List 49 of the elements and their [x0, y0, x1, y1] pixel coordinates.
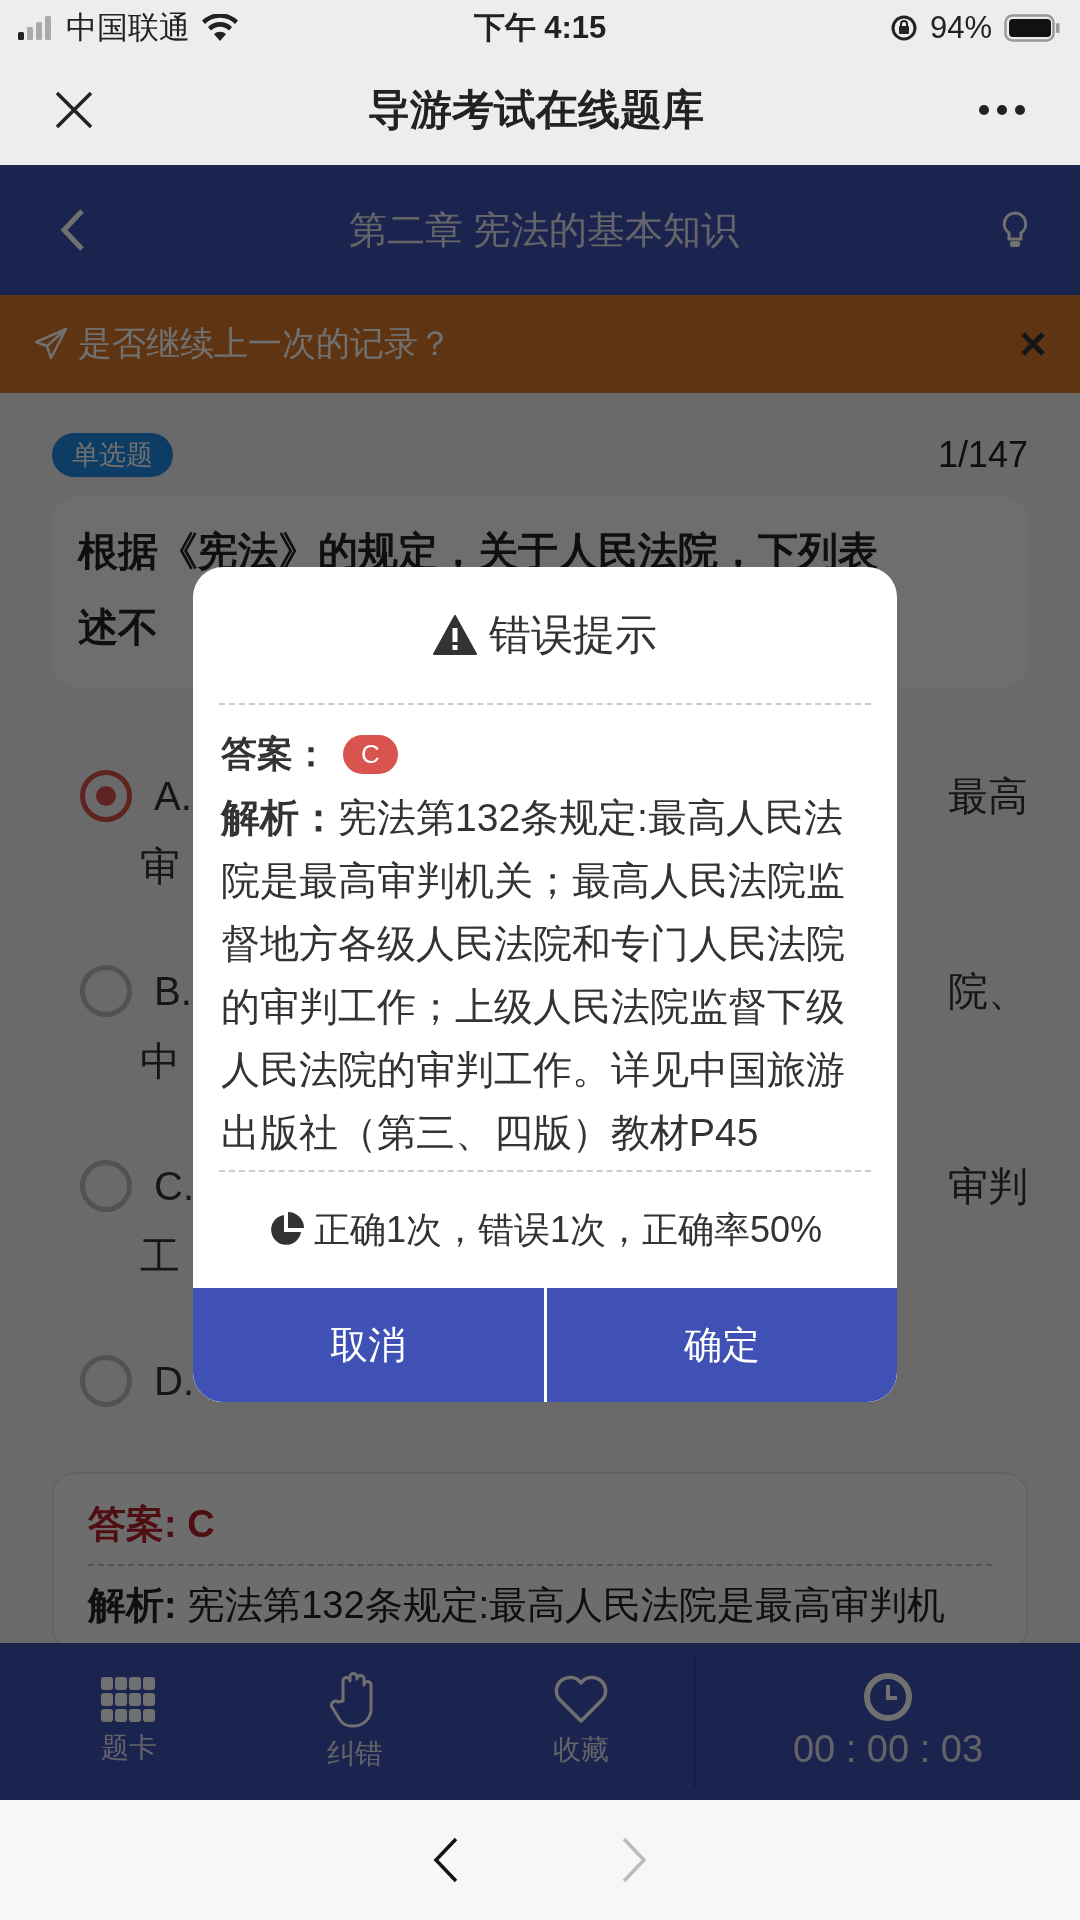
- warning-icon: [433, 615, 477, 655]
- paper-plane-icon: [34, 327, 68, 361]
- question-counter: 1/147: [937, 434, 1028, 476]
- chapter-title: 第二章 宪法的基本知识: [347, 207, 741, 253]
- clock-icon: [863, 1672, 913, 1722]
- lightbulb-icon[interactable]: [1002, 211, 1028, 249]
- wifi-icon: [202, 14, 238, 41]
- radio-button[interactable]: [80, 965, 132, 1017]
- timer-text: 00 : 00 : 03: [792, 1728, 984, 1771]
- dialog-title: 错误提示: [489, 610, 657, 660]
- answer-text: 答案: C: [88, 1502, 216, 1547]
- status-time: 下午 4:15: [473, 8, 607, 47]
- radio-button[interactable]: [80, 1355, 132, 1407]
- battery-percent: 94%: [929, 9, 992, 46]
- radio-button[interactable]: [80, 1160, 132, 1212]
- close-icon[interactable]: [54, 90, 94, 130]
- cancel-button[interactable]: 取消: [193, 1288, 544, 1402]
- signal-icon: [18, 15, 54, 40]
- stats-text: 正确1次，错误1次，正确率50%: [313, 1207, 823, 1252]
- toolbar-item[interactable]: 题卡: [16, 1676, 242, 1767]
- option-letter: A.: [154, 773, 192, 819]
- option-text: 工: [140, 1233, 180, 1280]
- option-text: 中: [140, 1038, 180, 1085]
- heart-icon: [553, 1674, 609, 1725]
- option-text: 最高: [948, 772, 1028, 820]
- confirm-button[interactable]: 确定: [546, 1288, 897, 1402]
- battery-icon: [1004, 13, 1060, 42]
- option-text: 审: [140, 843, 180, 890]
- option-letter: B.: [154, 968, 192, 1014]
- carrier-name: 中国联通: [66, 8, 190, 47]
- radio-button[interactable]: [80, 770, 132, 822]
- more-icon[interactable]: [978, 104, 1026, 116]
- rotation-lock-icon: [889, 13, 918, 42]
- option-text: 审判: [948, 1162, 1028, 1210]
- toolbar-item[interactable]: 收藏: [468, 1674, 694, 1769]
- analysis-text: 解析: 宪法第132条规定:最高人民法院是最高审判机: [88, 1583, 947, 1628]
- app-title: 导游考试在线题库: [367, 85, 705, 135]
- back-icon[interactable]: [60, 208, 86, 252]
- analysis-text: 解析：宪法第132条规定:最高人民法院是最高审判机关；最高人民法院监督地方各级人民法院和专门人民法院的审判工作；上级人民法院监督下级人民法院的审判工作。详见中国旅游出版社（第三、四版）教材P45: [221, 795, 846, 1156]
- answer-badge: C: [343, 735, 398, 774]
- resume-prompt: 是否继续上一次的记录？: [78, 323, 453, 364]
- option-letter: D.: [154, 1358, 194, 1404]
- option-text: 院、: [948, 967, 1028, 1015]
- question-text: 述不: [78, 604, 158, 651]
- toolbar-item[interactable]: 纠错: [242, 1670, 468, 1773]
- grid-icon: [101, 1676, 157, 1723]
- answer-label: 答案：: [221, 732, 329, 776]
- question-type-tag: 单选题: [52, 433, 173, 477]
- option-letter: C.: [154, 1163, 194, 1209]
